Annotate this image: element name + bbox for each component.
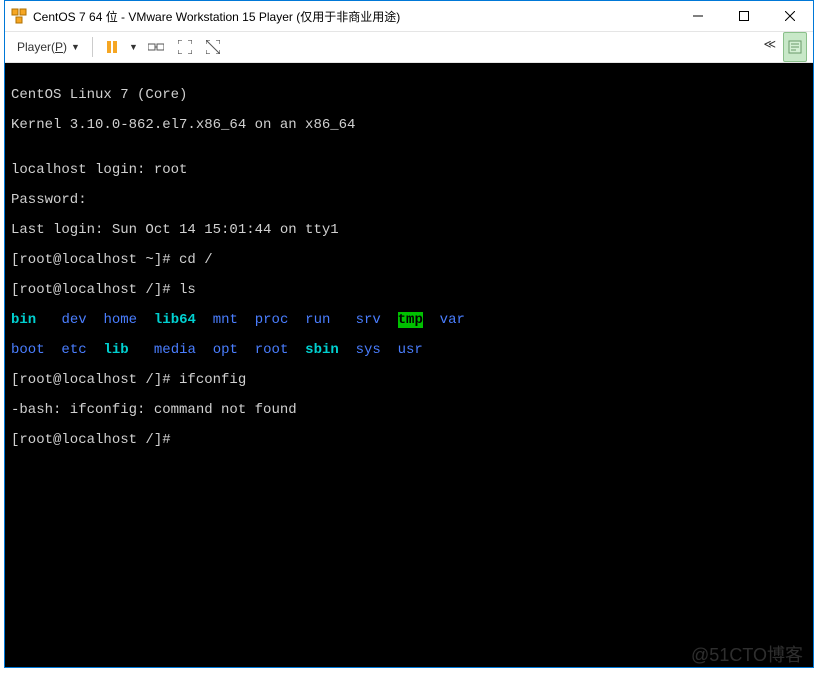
dropdown-icon: ▼ [71, 42, 80, 52]
send-ctrl-alt-del-button[interactable] [142, 35, 170, 59]
ls-output-row: bin dev home lib64 mnt proc run srv tmp … [11, 313, 807, 328]
notes-button[interactable] [783, 32, 807, 62]
terminal-prompt: [root@localhost ~]# cd / [11, 253, 807, 268]
double-chevron-left-icon: ≪ [763, 37, 773, 51]
note-icon [788, 40, 802, 54]
ls-entry: opt [213, 342, 238, 358]
watermark: @51CTO博客 [691, 648, 803, 663]
ls-entry: run [305, 312, 330, 328]
ls-entry: root [255, 342, 289, 358]
player-menu-label: Player(P) [17, 40, 67, 54]
toolbar-separator [92, 37, 93, 57]
close-button[interactable] [767, 1, 813, 31]
ls-entry: lib64 [154, 312, 196, 328]
fullscreen-button[interactable] [172, 35, 198, 59]
player-menu-button[interactable]: Player(P) ▼ [11, 35, 86, 59]
vmware-icon [11, 8, 27, 24]
ls-entry: dev [61, 312, 86, 328]
ls-entry: sys [356, 342, 381, 358]
terminal-last-login: Last login: Sun Oct 14 15:01:44 on tty1 [11, 223, 807, 238]
terminal-line: Kernel 3.10.0-862.el7.x86_64 on an x86_6… [11, 118, 807, 133]
maximize-button[interactable] [721, 1, 767, 31]
ls-output-row: boot etc lib media opt root sbin sys usr [11, 343, 807, 358]
titlebar[interactable]: CentOS 7 64 位 - VMware Workstation 15 Pl… [5, 1, 813, 31]
ls-entry: bin [11, 312, 36, 328]
ls-entry: tmp [398, 312, 423, 328]
pause-dropdown-button[interactable]: ▼ [127, 35, 140, 59]
collapse-button[interactable]: ≪ [757, 32, 779, 56]
ls-entry: usr [398, 342, 423, 358]
vmware-player-window: CentOS 7 64 位 - VMware Workstation 15 Pl… [4, 0, 814, 668]
terminal-login-prompt: localhost login: root [11, 163, 807, 178]
ls-entry: lib [103, 342, 128, 358]
chevron-down-icon: ▼ [129, 42, 138, 52]
window-controls [675, 1, 813, 31]
window-title: CentOS 7 64 位 - VMware Workstation 15 Pl… [33, 8, 675, 25]
terminal-error: -bash: ifconfig: command not found [11, 403, 807, 418]
pause-button[interactable] [99, 35, 125, 59]
ls-entry: boot [11, 342, 45, 358]
unity-button[interactable] [200, 35, 226, 59]
ls-entry: media [154, 342, 196, 358]
terminal-prompt: [root@localhost /]# ifconfig [11, 373, 807, 388]
terminal-password-prompt: Password: [11, 193, 807, 208]
terminal-prompt: [root@localhost /]# ls [11, 283, 807, 298]
ls-entry: sbin [305, 342, 339, 358]
terminal-console[interactable]: CentOS Linux 7 (Core) Kernel 3.10.0-862.… [5, 63, 813, 667]
ls-entry: var [423, 312, 465, 328]
toolbar: Player(P) ▼ ▼ ≪ [5, 31, 813, 63]
ls-entry: proc [255, 312, 289, 328]
ls-entry: mnt [213, 312, 238, 328]
ls-entry: home [103, 312, 137, 328]
ls-entry: etc [61, 342, 86, 358]
terminal-line: CentOS Linux 7 (Core) [11, 88, 807, 103]
terminal-prompt-active: [root@localhost /]# [11, 433, 807, 448]
minimize-button[interactable] [675, 1, 721, 31]
ls-entry: srv [356, 312, 381, 328]
